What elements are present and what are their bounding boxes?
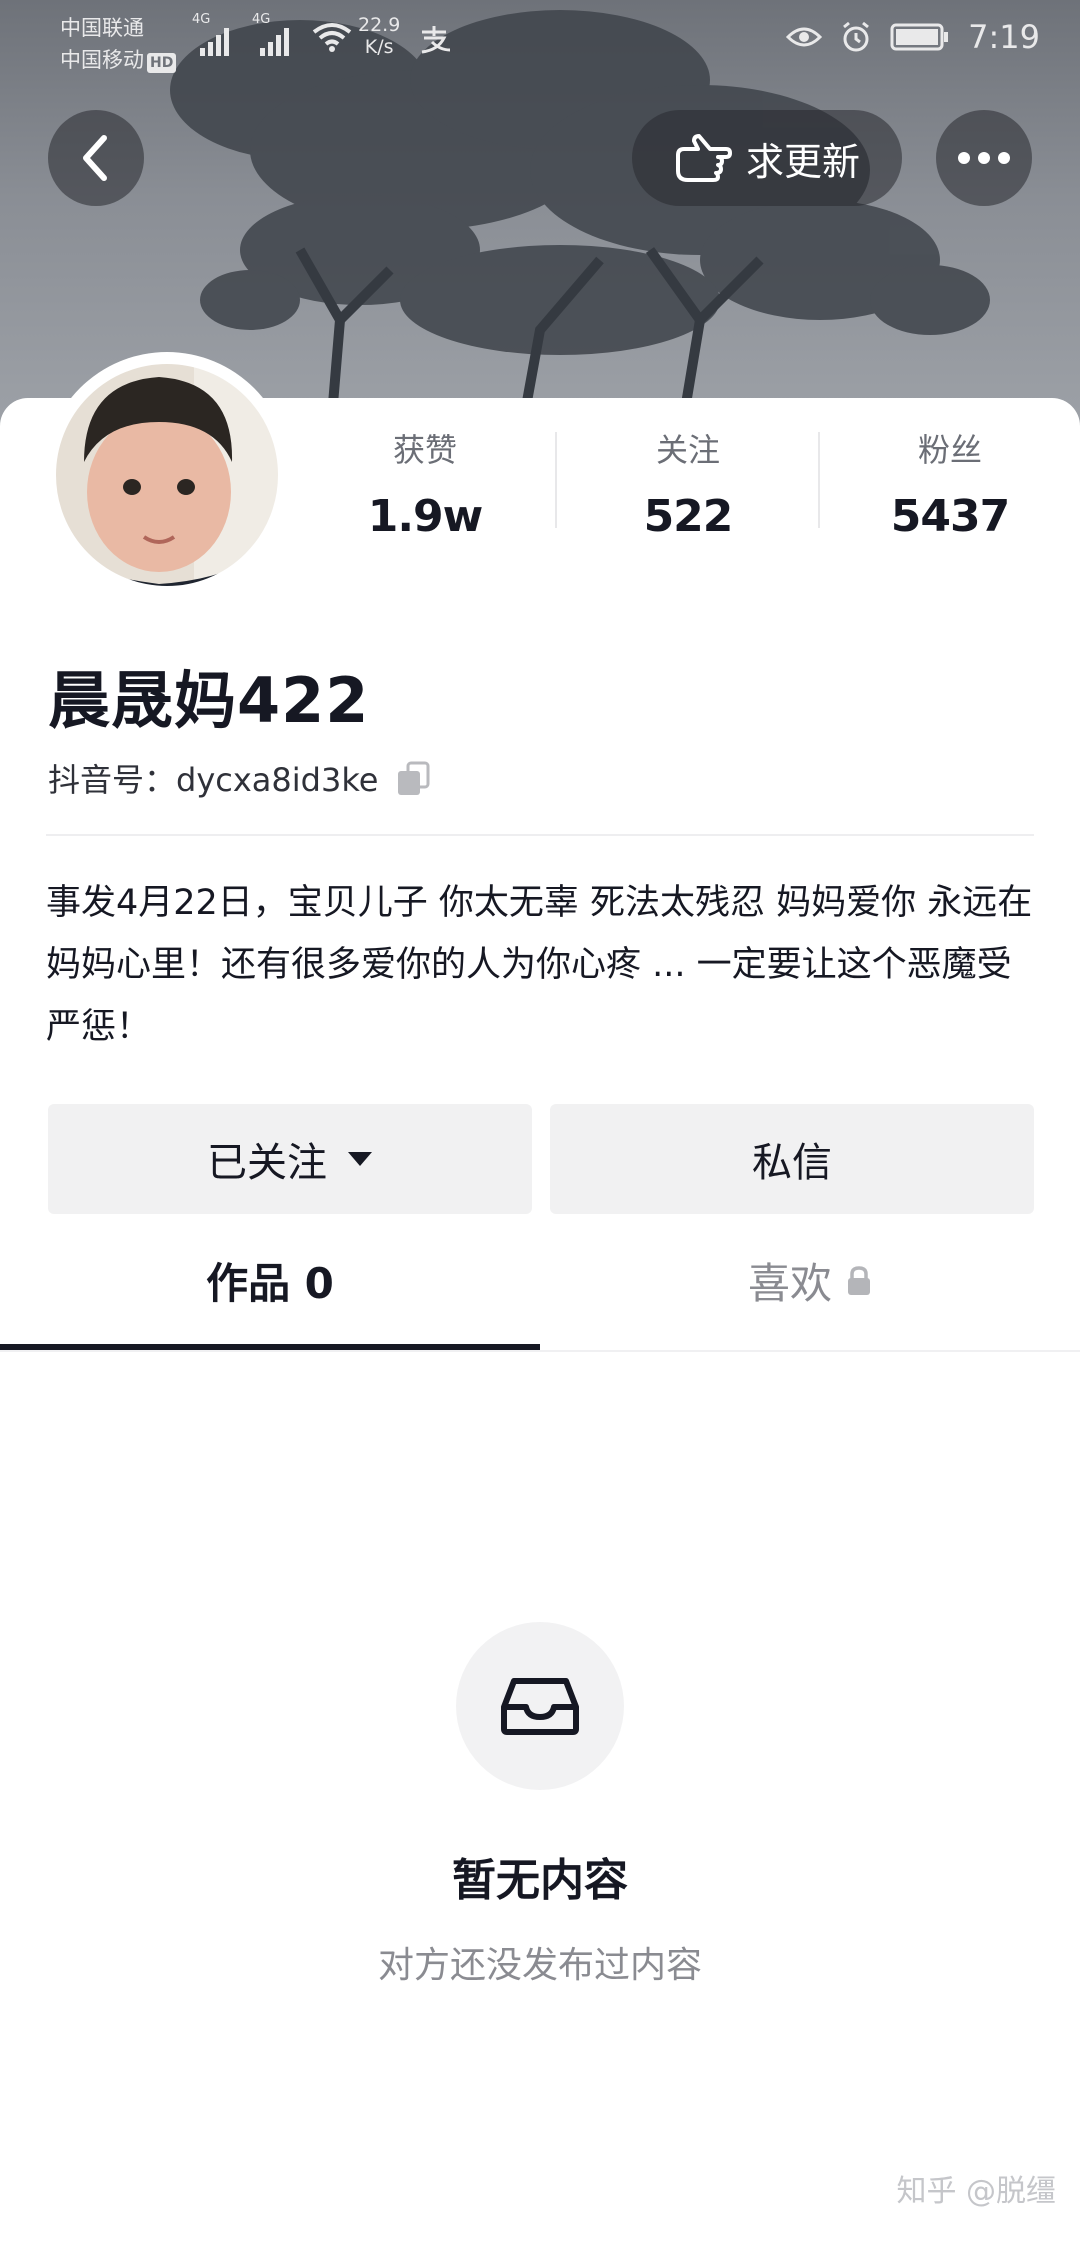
avatar[interactable] [44,352,290,598]
message-label: 私信 [752,1140,832,1186]
stat-divider [818,432,820,528]
status-right: 7:19 [786,18,1040,56]
stat-likes[interactable]: 获赞 1.9w [325,425,525,542]
pointing-hand-icon [675,134,732,182]
clock: 7:19 [968,18,1040,56]
eye-icon [786,27,823,47]
tab-bar-bottom-border [0,1350,1080,1352]
following-label: 已关注 [207,1140,327,1186]
stat-followers[interactable]: 粉丝 5437 [850,425,1050,542]
hd-badge: HD [147,53,177,73]
tab-works[interactable]: 作品 0 [0,1250,540,1311]
profile-bio: 事发4月22日，宝贝儿子 你太无辜 死法太残忍 妈妈爱你 永远在妈妈心里！还有很… [46,883,1033,1047]
divider [46,834,1034,836]
user-id-value: dycxa8id3ke [176,761,379,799]
user-id-row: 抖音号：dycxa8id3ke [48,755,432,801]
message-button[interactable]: 私信 [550,1104,1034,1214]
dropdown-triangle-icon [348,1152,372,1166]
watermark: 知乎 @脱缰 [896,2174,1056,2209]
stat-followers-label: 粉丝 [917,431,982,469]
battery-icon [890,23,949,51]
empty-state-icon [456,1622,624,1790]
stat-following-value: 522 [643,491,734,542]
alarm-icon [843,21,870,52]
carrier-2: 中国移动 [60,48,144,72]
back-button[interactable] [48,110,144,206]
empty-state-title: 暂无内容 [452,1855,628,1906]
more-button[interactable] [936,110,1032,206]
empty-state-subtitle: 对方还没发布过内容 [377,1945,702,1986]
profile-name: 晨晟妈422 [48,664,370,737]
following-button[interactable]: 已关注 [48,1104,532,1214]
carrier-1: 中国联通 [60,16,144,40]
speed-value: 22.9 [358,14,401,36]
speed-unit: K/s [364,36,394,58]
stat-following[interactable]: 关注 522 [588,425,788,542]
carrier-info: 中国联通 中国移动 HD [60,12,177,76]
request-update-button[interactable]: 求更新 [632,110,902,206]
stat-divider [555,432,557,528]
stat-followers-value: 5437 [890,491,1010,542]
status-bar: 中国联通 中国移动 HD 4G 4G 22.9 K/s 7:19 [0,0,1080,80]
stat-following-label: 关注 [655,431,720,469]
more-dots-icon [958,152,1010,164]
avatar-image [48,356,286,594]
alipay-icon [421,26,451,54]
request-update-label: 求更新 [745,139,860,184]
user-id-label: 抖音号： [48,761,177,799]
inbox-tray-icon [501,1678,579,1735]
lock-icon [848,1265,870,1295]
network-speed: 22.9 K/s [358,14,400,58]
back-arrow-icon [83,135,107,181]
tab-likes-label: 喜欢 [747,1259,832,1308]
tab-likes[interactable]: 喜欢 [540,1250,1080,1311]
stat-likes-label: 获赞 [392,431,457,469]
copy-icon[interactable] [394,759,432,797]
stat-likes-value: 1.9w [367,491,484,542]
wifi-icon [312,23,352,52]
active-tab-indicator [0,1344,540,1350]
